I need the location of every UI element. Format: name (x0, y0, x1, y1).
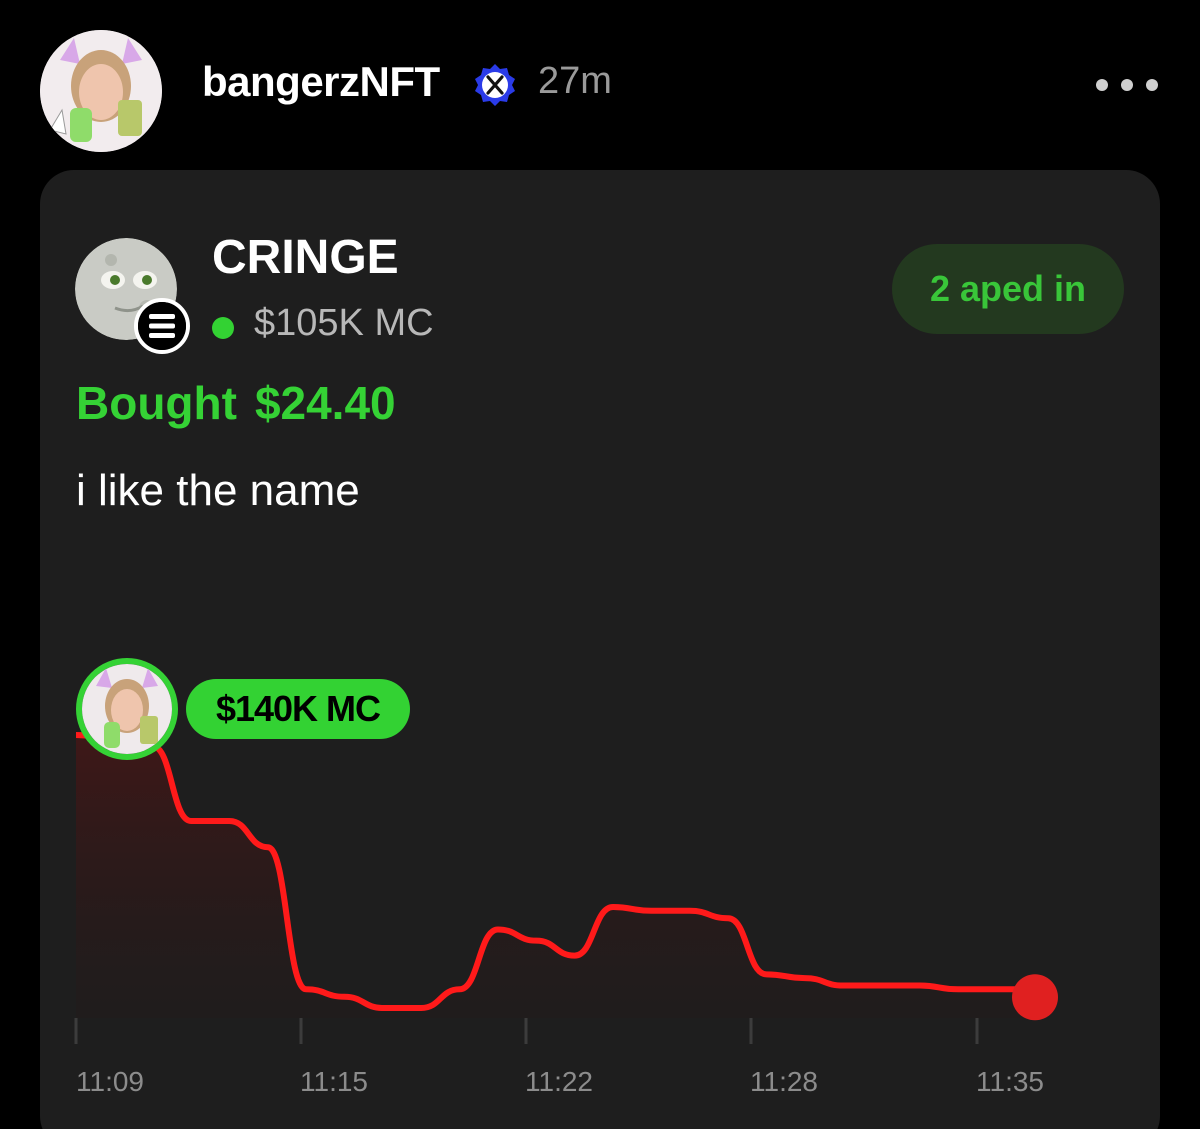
status-dot (212, 317, 234, 339)
solana-icon (134, 298, 190, 354)
entry-avatar (76, 658, 178, 760)
more-dots-icon[interactable] (1096, 72, 1158, 98)
x-tick-label: 11:28 (750, 1066, 818, 1097)
trade-summary: Bought $24.40 (76, 376, 396, 430)
entry-mc-label: $140K MC (186, 679, 410, 739)
post-header: bangerzNFT 27m (0, 0, 1200, 170)
trade-comment: i like the name (76, 466, 360, 515)
x-tick-label: 11:09 (76, 1066, 144, 1097)
x-tick-label: 11:15 (300, 1066, 368, 1097)
trade-label: Bought (76, 377, 237, 429)
x-tick-label: 11:22 (525, 1066, 593, 1097)
x-tick-label: 11:35 (976, 1066, 1044, 1097)
trade-card[interactable]: CRINGE $105K MC 2 aped in Bought $24.40 i… (40, 170, 1160, 1129)
username[interactable]: bangerzNFT (202, 58, 440, 106)
x-verified-badge-icon (472, 62, 518, 108)
user-avatar[interactable] (40, 30, 162, 152)
aped-in-button[interactable]: 2 aped in (892, 244, 1124, 334)
post-page: bangerzNFT 27m CRINGE $105K MC 2 aped in… (0, 0, 1200, 1129)
post-time: 27m (538, 60, 612, 102)
token-name[interactable]: CRINGE (212, 230, 399, 285)
trade-amount: $24.40 (254, 377, 396, 429)
market-cap: $105K MC (254, 302, 434, 344)
